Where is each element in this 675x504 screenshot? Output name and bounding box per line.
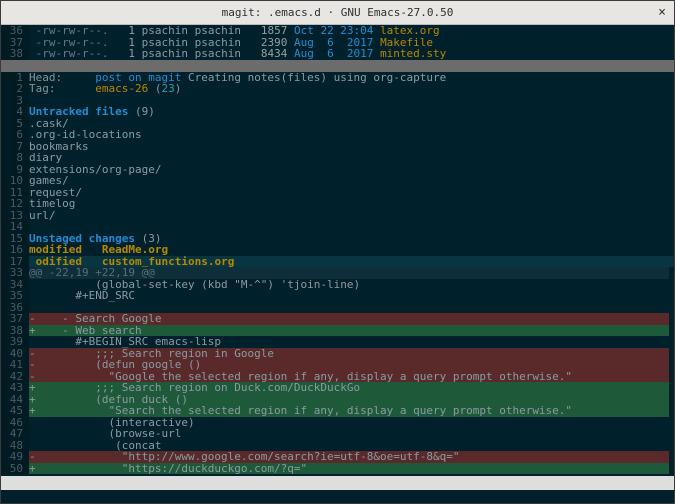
line-number: 5 (1, 118, 29, 130)
magit-line[interactable]: 50+ "https://duckduckgo.com/?q=" (1, 463, 674, 475)
line-number: 16 (1, 244, 29, 256)
magit-line[interactable]: 12timelog (1, 198, 674, 210)
magit-status-buffer[interactable]: 1Head: post on magit Creating notes(file… (1, 72, 674, 475)
magit-line[interactable]: 2Tag: emacs-26 (23) (1, 83, 674, 95)
emacs-window: magit: .emacs.d · GNU Emacs-27.0.50 × 36… (0, 0, 675, 504)
magit-line[interactable]: 11request/ (1, 187, 674, 199)
magit-line[interactable]: 13url/ (1, 210, 674, 222)
close-icon[interactable]: × (658, 5, 666, 20)
line-number: 47 (1, 428, 29, 440)
magit-line[interactable]: 43+ ;;; Search region on Duck.com/DuckDu… (1, 382, 674, 394)
window-titlebar[interactable]: magit: .emacs.d · GNU Emacs-27.0.50 × (1, 1, 674, 25)
line-number: 12 (1, 198, 29, 210)
line-number: 6 (1, 129, 29, 141)
line-number: 45 (1, 405, 29, 417)
window-title: magit: .emacs.d · GNU Emacs-27.0.50 (222, 6, 454, 19)
line-number: 14 (1, 221, 29, 233)
line-number: 36 (1, 25, 29, 37)
line-number: 1 (1, 72, 29, 84)
line-number: 8 (1, 152, 29, 164)
line-number: 3 (1, 95, 29, 107)
magit-line[interactable]: 39 #+BEGIN_SRC emacs-lisp (1, 336, 674, 348)
line-number: 43 (1, 382, 29, 394)
magit-line[interactable]: 41- (defun google () (1, 359, 674, 371)
line-number: 33 (1, 267, 29, 279)
dired-listing: 36 -rw-rw-r--. 1 psachin psachin 1857 Oc… (1, 25, 674, 60)
line-number: 37 (1, 313, 29, 325)
line-number: 4 (1, 106, 29, 118)
magit-line[interactable]: 9extensions/org-page/ (1, 164, 674, 176)
magit-line[interactable]: 4Untracked files (9) (1, 106, 674, 118)
dired-row[interactable]: 38 -rw-rw-r--. 1 psachin psachin 8434 Au… (1, 48, 674, 60)
editor-content[interactable]: 36 -rw-rw-r--. 1 psachin psachin 1857 Oc… (1, 25, 674, 476)
line-number: 41 (1, 359, 29, 371)
magit-line[interactable]: 7bookmarks (1, 141, 674, 153)
line-number: 10 (1, 175, 29, 187)
line-number: 39 (1, 336, 29, 348)
line-number: 35 (1, 290, 29, 302)
line-number: 50 (1, 463, 29, 475)
line-number: 7 (1, 141, 29, 153)
echo-area (1, 490, 674, 503)
main-modeline: U:%%- magit: .emacs.d Top of 6.0k (32,0)… (1, 476, 674, 490)
magit-line[interactable]: 35 #+END_SRC (1, 290, 674, 302)
magit-line[interactable]: 37- - Search Google (1, 313, 674, 325)
magit-line[interactable]: 6.org-id-locations (1, 129, 674, 141)
line-number: 2 (1, 83, 29, 95)
magit-line[interactable]: 49- "http://www.google.com/search?ie=utf… (1, 451, 674, 463)
magit-line[interactable]: 10games/ (1, 175, 674, 187)
line-number: 38 (1, 48, 29, 60)
line-number: 49 (1, 451, 29, 463)
